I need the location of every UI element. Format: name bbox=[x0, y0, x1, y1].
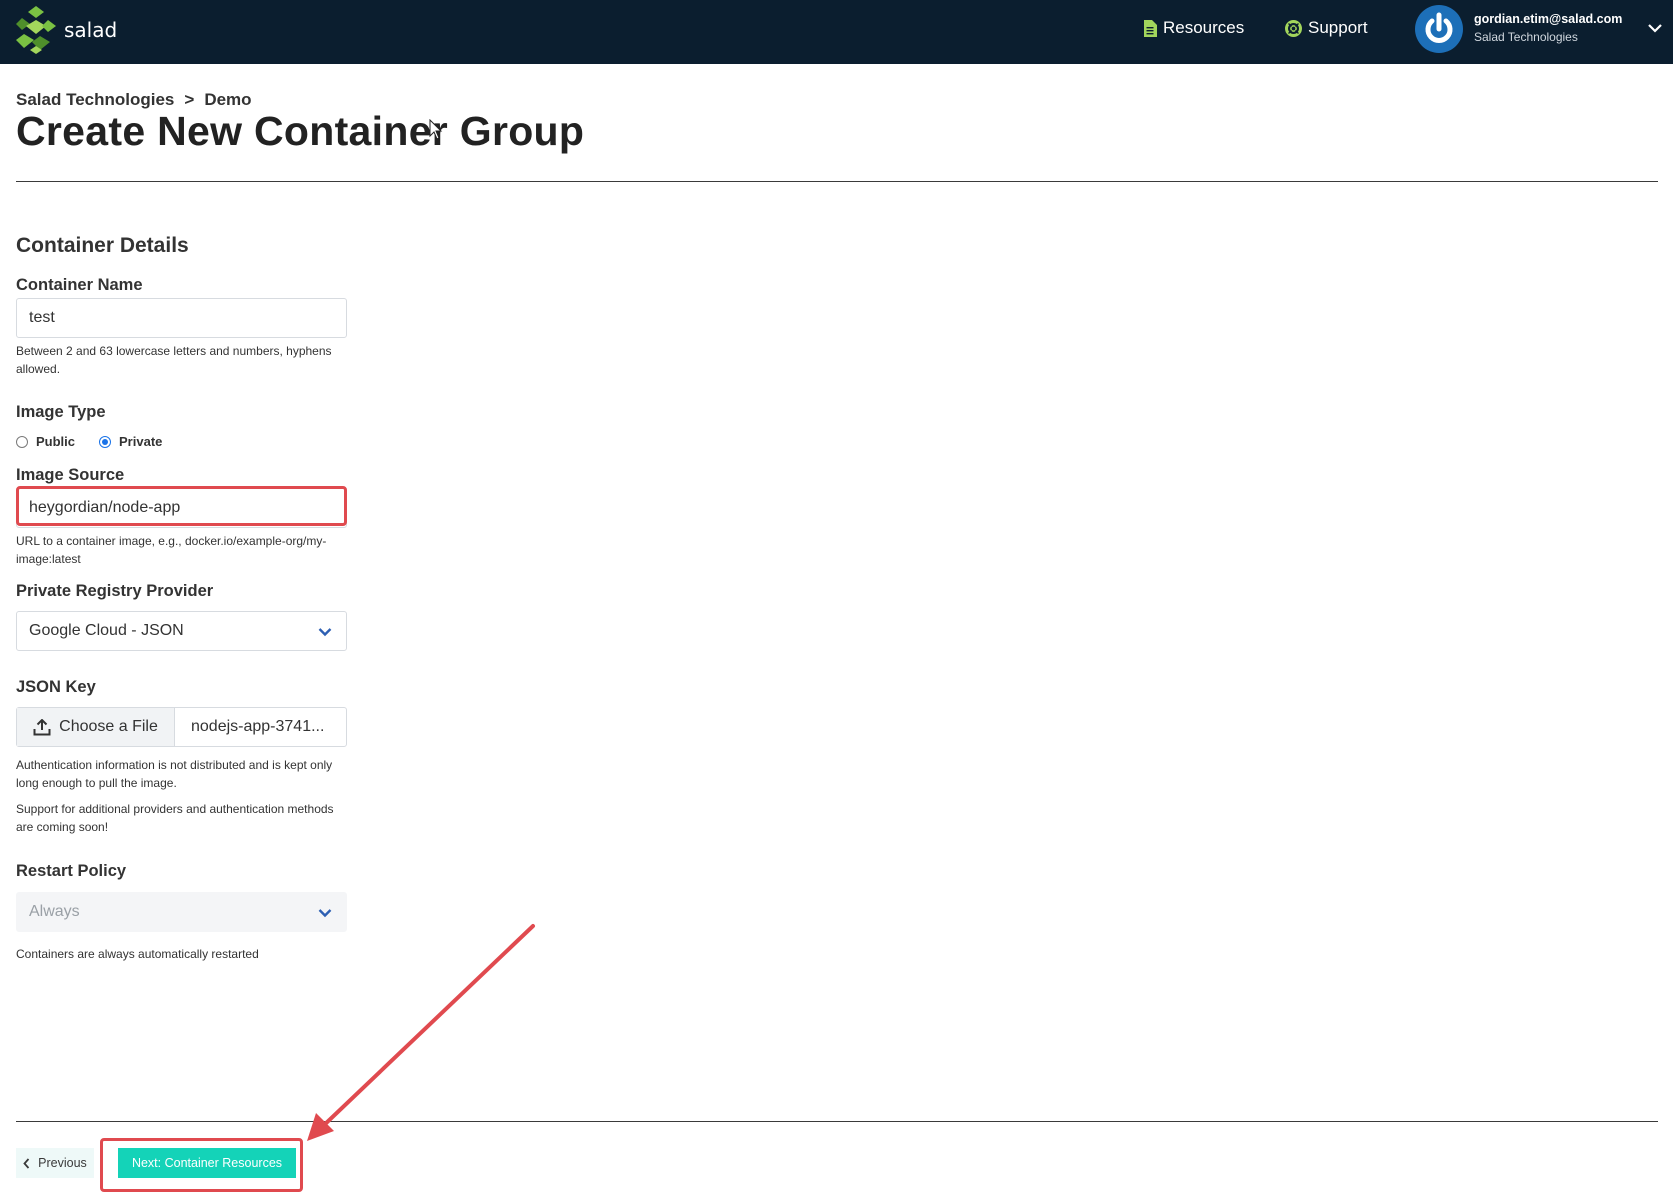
salad-logo-icon bbox=[16, 6, 56, 54]
mouse-cursor-icon bbox=[429, 118, 443, 146]
header-divider bbox=[16, 181, 1658, 182]
image-type-public-label[interactable]: Public bbox=[36, 434, 75, 449]
lifebuoy-icon bbox=[1285, 19, 1302, 37]
nav-support-link[interactable]: Support bbox=[1285, 18, 1368, 38]
container-name-help: Between 2 and 63 lowercase letters and n… bbox=[16, 344, 332, 376]
choose-file-button[interactable]: Choose a File bbox=[17, 708, 175, 746]
brand-name: salad bbox=[64, 18, 118, 42]
json-key-file-picker: Choose a File nodejs-app-3741... bbox=[16, 707, 347, 747]
json-key-label: JSON Key bbox=[16, 678, 96, 696]
annotation-arrow bbox=[307, 924, 535, 1141]
image-source-label: Image Source bbox=[16, 466, 125, 484]
top-nav-bar: salad Resources Support gordian.etim@sal… bbox=[0, 0, 1673, 64]
registry-provider-value: Google Cloud - JSON bbox=[29, 622, 184, 639]
choose-file-label: Choose a File bbox=[59, 718, 158, 735]
container-name-label: Container Name bbox=[16, 276, 143, 294]
breadcrumb-org[interactable]: Salad Technologies bbox=[16, 90, 174, 110]
image-source-help: URL to a container image, e.g., docker.i… bbox=[16, 534, 327, 566]
registry-provider-label: Private Registry Provider bbox=[16, 582, 214, 600]
user-avatar[interactable] bbox=[1415, 5, 1463, 53]
restart-policy-help: Containers are always automatically rest… bbox=[16, 947, 259, 961]
image-type-radio-group: Public Private bbox=[16, 434, 162, 449]
container-name-input[interactable] bbox=[16, 298, 347, 338]
image-type-public-radio[interactable] bbox=[16, 435, 28, 448]
user-email: gordian.etim@salad.com bbox=[1474, 12, 1623, 26]
previous-button[interactable]: Previous bbox=[16, 1148, 94, 1178]
next-button-highlight bbox=[100, 1138, 303, 1192]
restart-policy-select[interactable]: Always bbox=[16, 892, 347, 932]
user-organization: Salad Technologies bbox=[1474, 30, 1578, 44]
chevron-down-icon bbox=[318, 905, 332, 923]
previous-label: Previous bbox=[38, 1156, 87, 1170]
breadcrumb-separator: > bbox=[184, 90, 195, 109]
section-title: Container Details bbox=[16, 234, 189, 257]
upload-icon bbox=[33, 718, 51, 736]
nav-support-label: Support bbox=[1308, 18, 1368, 37]
image-source-highlight bbox=[16, 486, 347, 526]
image-type-private-label[interactable]: Private bbox=[119, 434, 162, 449]
breadcrumb-project[interactable]: Demo bbox=[204, 90, 251, 110]
breadcrumb: Salad Technologies > Demo bbox=[16, 90, 252, 110]
restart-policy-value: Always bbox=[29, 903, 80, 920]
salad-logo[interactable]: salad bbox=[16, 4, 117, 56]
json-key-help-support: Support for additional providers and aut… bbox=[16, 802, 334, 834]
chevron-left-icon bbox=[23, 1157, 30, 1169]
nav-resources-link[interactable]: Resources bbox=[1143, 18, 1244, 38]
registry-provider-select[interactable]: Google Cloud - JSON bbox=[16, 611, 347, 651]
image-type-private-radio[interactable] bbox=[99, 435, 112, 448]
nav-resources-label: Resources bbox=[1163, 18, 1245, 37]
document-icon bbox=[1143, 19, 1157, 37]
footer-divider bbox=[16, 1121, 1658, 1122]
power-icon bbox=[1420, 10, 1458, 48]
image-type-label: Image Type bbox=[16, 403, 106, 421]
selected-file-name: nodejs-app-3741... bbox=[191, 718, 325, 735]
page-title: Create New Container Group bbox=[16, 108, 585, 154]
chevron-down-icon bbox=[318, 624, 332, 642]
chevron-down-icon[interactable] bbox=[1648, 20, 1662, 38]
json-key-help-auth: Authentication information is not distri… bbox=[16, 758, 333, 790]
restart-policy-label: Restart Policy bbox=[16, 862, 127, 880]
